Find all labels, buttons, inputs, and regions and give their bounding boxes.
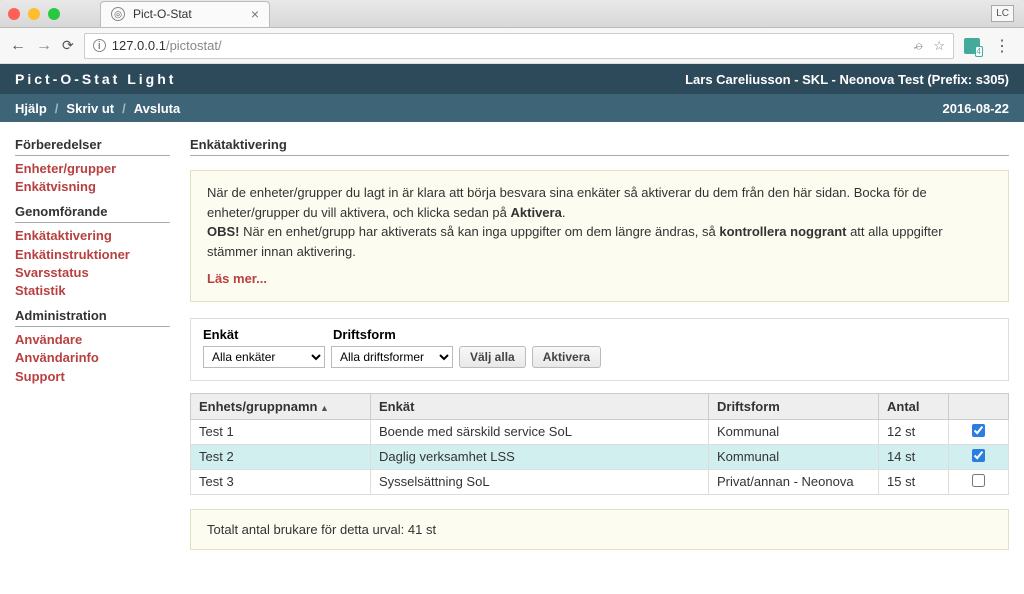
tab-title: Pict-O-Stat [133, 7, 192, 21]
url-path: /pictostat/ [166, 38, 222, 53]
activate-button[interactable]: Aktivera [532, 346, 601, 368]
close-window-button[interactable] [8, 8, 20, 20]
table-cell-checkbox [949, 419, 1009, 444]
table-cell: 15 st [879, 469, 949, 494]
maximize-window-button[interactable] [48, 8, 60, 20]
minimize-window-button[interactable] [28, 8, 40, 20]
sidebar: Förberedelser Enheter/grupperEnkätvisning… [15, 137, 170, 579]
table-cell: Test 1 [191, 419, 371, 444]
filter-label-driftsform: Driftsform [333, 327, 396, 342]
row-checkbox[interactable] [972, 474, 985, 487]
profile-badge[interactable]: LC [991, 5, 1014, 22]
sidebar-link[interactable]: Enkätinstruktioner [15, 246, 170, 264]
table-cell: 14 st [879, 444, 949, 469]
table-cell-checkbox [949, 444, 1009, 469]
table-cell: Sysselsättning SoL [371, 469, 709, 494]
table-row[interactable]: Test 2Daglig verksamhet LSSKommunal14 st [191, 444, 1009, 469]
menu-help[interactable]: Hjälp [15, 101, 47, 116]
sidebar-section-title: Genomförande [15, 204, 170, 223]
summary-box: Totalt antal brukare för detta urval: 41… [190, 509, 1009, 550]
back-button[interactable]: ← [10, 37, 26, 55]
info-icon[interactable]: i [93, 39, 106, 52]
table-cell: Kommunal [709, 444, 879, 469]
table-cell: Privat/annan - Neonova [709, 469, 879, 494]
autofill-icon[interactable]: ⌮ [914, 38, 924, 54]
filter-bar: Enkät Driftsform Alla enkäter Alla drift… [190, 318, 1009, 381]
extension-icon[interactable] [964, 38, 980, 54]
menu-print[interactable]: Skriv ut [66, 101, 114, 116]
col-drift[interactable]: Driftsform [709, 393, 879, 419]
col-check [949, 393, 1009, 419]
enkat-select[interactable]: Alla enkäter [203, 346, 325, 368]
info-box: När de enheter/grupper du lagt in är kla… [190, 170, 1009, 302]
table-row[interactable]: Test 1Boende med särskild service SoLKom… [191, 419, 1009, 444]
browser-menu-button[interactable]: ⋮ [990, 36, 1014, 56]
sidebar-link[interactable]: Svarsstatus [15, 264, 170, 282]
forward-button[interactable]: → [36, 37, 52, 55]
sidebar-link[interactable]: Enkätvisning [15, 178, 170, 196]
reload-button[interactable]: ⟳ [62, 37, 74, 54]
sidebar-section-title: Förberedelser [15, 137, 170, 156]
row-checkbox[interactable] [972, 449, 985, 462]
tab-close-icon[interactable]: × [251, 6, 259, 22]
bookmark-icon[interactable]: ☆ [933, 38, 945, 54]
filter-label-enkat: Enkät [203, 327, 333, 342]
sidebar-link[interactable]: Enheter/grupper [15, 160, 170, 178]
menu-logout[interactable]: Avsluta [134, 101, 180, 116]
table-cell: Test 3 [191, 469, 371, 494]
sidebar-section-title: Administration [15, 308, 170, 327]
browser-tab[interactable]: ◎ Pict-O-Stat × [100, 1, 270, 27]
select-all-button[interactable]: Välj alla [459, 346, 526, 368]
sidebar-link[interactable]: Statistik [15, 282, 170, 300]
row-checkbox[interactable] [972, 424, 985, 437]
table-cell: 12 st [879, 419, 949, 444]
browser-toolbar: ← → ⟳ i 127.0.0.1/pictostat/ ⌮ ☆ ⋮ [0, 28, 1024, 64]
tab-favicon: ◎ [111, 7, 125, 21]
app-header: Pict-O-Stat Light Lars Careliusson - SKL… [0, 64, 1024, 94]
url-host: 127.0.0.1 [112, 38, 166, 53]
col-name[interactable]: Enhets/gruppnamn [191, 393, 371, 419]
table-row[interactable]: Test 3Sysselsättning SoLPrivat/annan - N… [191, 469, 1009, 494]
table-cell-checkbox [949, 469, 1009, 494]
page-title: Enkätaktivering [190, 137, 1009, 156]
driftsform-select[interactable]: Alla driftsformer [331, 346, 453, 368]
menubar-date: 2016-08-22 [943, 101, 1010, 116]
address-bar[interactable]: i 127.0.0.1/pictostat/ ⌮ ☆ [84, 33, 954, 59]
sidebar-link[interactable]: Användarinfo [15, 349, 170, 367]
app-menubar: Hjälp / Skriv ut / Avsluta 2016-08-22 [0, 94, 1024, 122]
table-cell: Kommunal [709, 419, 879, 444]
user-context: Lars Careliusson - SKL - Neonova Test (P… [685, 72, 1009, 87]
table-cell: Boende med särskild service SoL [371, 419, 709, 444]
sidebar-link[interactable]: Enkätaktivering [15, 227, 170, 245]
app-title: Pict-O-Stat Light [15, 71, 176, 87]
sidebar-link[interactable]: Användare [15, 331, 170, 349]
table-cell: Daglig verksamhet LSS [371, 444, 709, 469]
main-content: Enkätaktivering När de enheter/grupper d… [190, 137, 1009, 579]
col-enkat[interactable]: Enkät [371, 393, 709, 419]
units-table: Enhets/gruppnamn Enkät Driftsform Antal … [190, 393, 1009, 495]
window-titlebar: ◎ Pict-O-Stat × LC [0, 0, 1024, 28]
sidebar-link[interactable]: Support [15, 368, 170, 386]
read-more-link[interactable]: Läs mer... [207, 269, 267, 289]
table-cell: Test 2 [191, 444, 371, 469]
col-antal[interactable]: Antal [879, 393, 949, 419]
